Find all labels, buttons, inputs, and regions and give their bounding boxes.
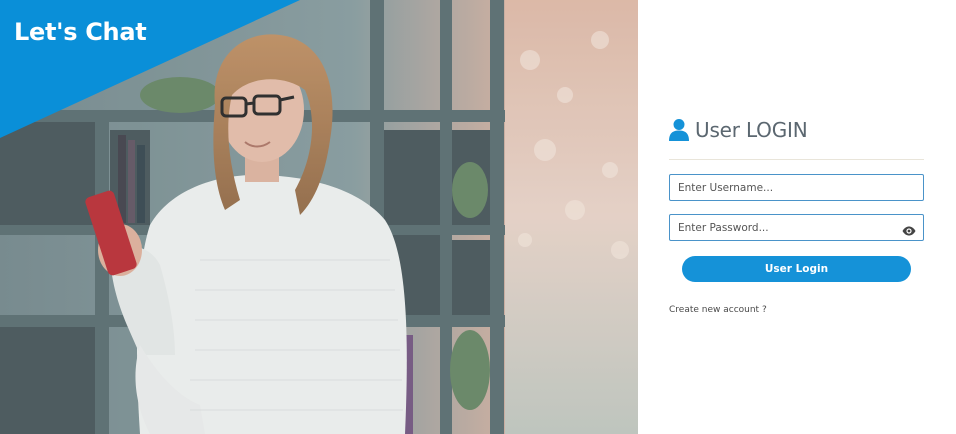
password-input[interactable] <box>670 215 923 240</box>
login-title: User LOGIN <box>695 118 808 142</box>
create-account-link[interactable]: Create new account ? <box>669 305 767 315</box>
brand-title: Let's Chat <box>14 18 147 46</box>
hero-photo: Let's Chat <box>0 0 638 434</box>
woman-with-phone-photo <box>0 0 638 434</box>
username-input[interactable] <box>670 175 923 200</box>
password-field-wrapper <box>669 214 924 241</box>
username-field-wrapper <box>669 174 924 201</box>
login-panel: User LOGIN User Login Create new account… <box>638 0 956 434</box>
header-divider <box>669 159 924 160</box>
user-icon <box>669 118 689 142</box>
eye-icon[interactable] <box>902 223 916 236</box>
login-button[interactable]: User Login <box>682 256 911 282</box>
login-header: User LOGIN <box>669 118 808 142</box>
